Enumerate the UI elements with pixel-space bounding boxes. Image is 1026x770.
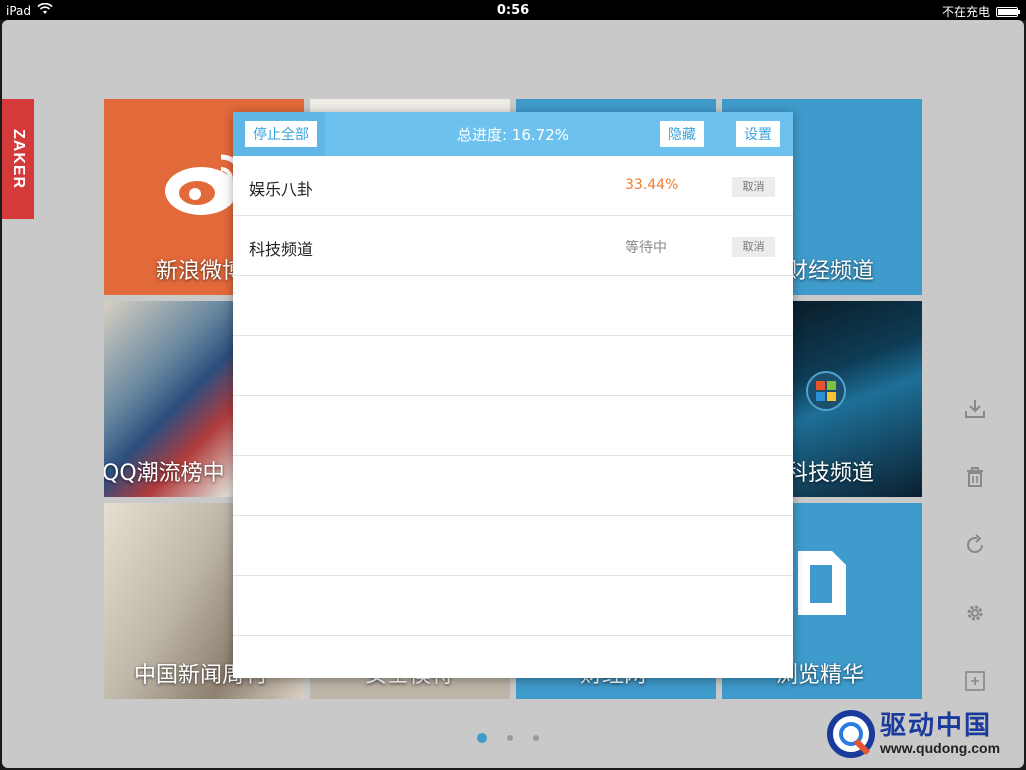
windows-logo-icon [806, 371, 846, 415]
download-name: 娱乐八卦 [249, 180, 314, 199]
empty-row [233, 336, 793, 396]
total-progress-title: 总进度: 16.72% [456, 126, 570, 144]
dialog-header: 停止全部 总进度: 16.72% 隐藏 设置 [233, 112, 793, 156]
download-dialog: 停止全部 总进度: 16.72% 隐藏 设置 娱乐八卦 33.44% 取消 科技… [233, 112, 793, 678]
hide-button[interactable]: 隐藏 [660, 121, 704, 147]
download-progress: 33.44% [625, 177, 679, 193]
qudong-logo-icon [826, 709, 876, 759]
refresh-icon[interactable] [962, 532, 988, 558]
download-icon[interactable] [962, 396, 988, 422]
page-indicator[interactable] [477, 733, 539, 743]
empty-row [233, 456, 793, 516]
download-row: 科技频道 等待中 取消 [233, 216, 793, 276]
watermark-title: 驱动中国 [880, 711, 993, 741]
page-dot-1[interactable] [477, 733, 487, 743]
cancel-button[interactable]: 取消 [732, 177, 775, 197]
empty-row [233, 396, 793, 456]
brand-tab[interactable]: ZAKER [2, 99, 34, 219]
status-time: 0:56 [496, 3, 530, 18]
download-name: 科技频道 [249, 240, 314, 259]
trash-icon[interactable] [962, 464, 988, 490]
watermark: 驱动中国 www.qudong.com [826, 708, 1016, 760]
page-dot-2[interactable] [507, 735, 513, 741]
charging-status: 不在充电 [941, 5, 990, 19]
empty-row [233, 516, 793, 576]
watermark-url: www.qudong.com [880, 740, 1001, 756]
empty-row [233, 276, 793, 336]
gear-icon[interactable] [962, 600, 988, 626]
cancel-button[interactable]: 取消 [732, 237, 775, 257]
brand-logo: ZAKER [10, 128, 27, 190]
download-row: 娱乐八卦 33.44% 取消 [233, 156, 793, 216]
tile-label: 新浪微博 [156, 259, 245, 284]
settings-button[interactable]: 设置 [736, 121, 780, 147]
page-dot-3[interactable] [533, 735, 539, 741]
battery-icon [996, 6, 1020, 17]
download-status: 等待中 [625, 240, 667, 256]
watermark-text: 驱动中国 www.qudong.com [880, 712, 1000, 756]
tile-label: QQ潮流榜中 [104, 461, 225, 486]
status-bar: iPad 0:56 不在充电 [0, 0, 1026, 20]
empty-row [233, 576, 793, 636]
status-bar-right: 不在充电 [941, 3, 1020, 20]
tile-label: 财经频道 [786, 259, 875, 284]
tile-label: 科技频道 [786, 461, 875, 486]
add-icon[interactable] [962, 668, 988, 694]
document-icon [798, 551, 846, 619]
